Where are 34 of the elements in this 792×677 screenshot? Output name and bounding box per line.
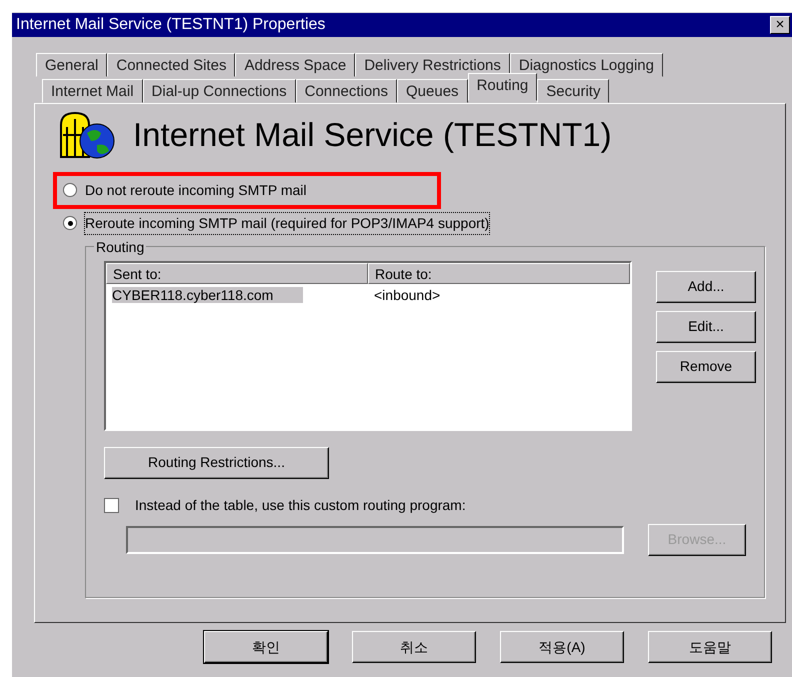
tab[interactable]: Dial-up Connections [142,79,296,103]
tab[interactable]: Queues [397,79,468,103]
close-button[interactable]: × [770,16,790,34]
custom-program-checkbox[interactable] [104,498,119,512]
dialog-button[interactable]: 확인 [204,631,328,663]
radio-button[interactable] [63,216,77,230]
tab[interactable]: Routing [468,73,538,101]
dialog-button[interactable]: 취소 [352,631,476,663]
tab[interactable]: Address Space [235,53,356,77]
list-cell[interactable]: <inbound> [374,286,440,302]
tab[interactable]: Delivery Restrictions [355,53,510,77]
program-path-field[interactable] [126,526,624,554]
radio-label: Reroute incoming SMTP mail (required for POP3/IMAP4 support) [85,212,490,234]
side-button[interactable]: Edit... [656,310,756,342]
radio-button[interactable] [63,183,77,197]
column-header[interactable]: Route to: [368,262,630,284]
dialog-button[interactable]: 도움말 [648,631,772,663]
tab[interactable]: General [36,53,108,77]
side-button[interactable]: Remove [656,350,756,382]
routing-restrictions-button[interactable]: Routing Restrictions... [104,446,329,478]
column-header[interactable]: Sent to: [106,262,368,284]
tab[interactable]: Diagnostics Logging [510,53,663,77]
tab[interactable]: Connected Sites [107,53,236,77]
radio-label: Do not reroute incoming SMTP mail [85,180,306,200]
service-heading: Internet Mail Service (TESTNT1) [133,115,612,155]
window-title: Internet Mail Service (TESTNT1) Properties [16,15,326,35]
side-button[interactable]: Add... [656,270,756,302]
globe-gate-icon [57,110,117,159]
tab[interactable]: Security [537,79,610,103]
list-cell[interactable]: CYBER118.cyber118.com [112,286,304,302]
checkbox-label: Instead of the table, use this custom routing program: [135,496,466,515]
tab[interactable]: Connections [296,79,398,103]
dialog-button[interactable]: 적용(A) [500,631,624,663]
tab[interactable]: Internet Mail [42,79,143,103]
